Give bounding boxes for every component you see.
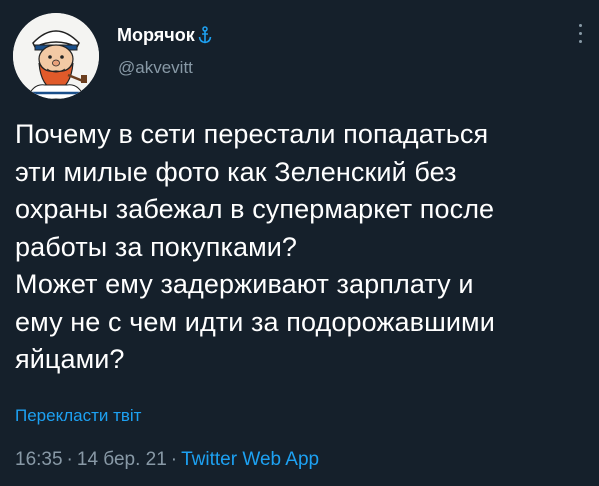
tweet-text-line: Почему в сети перестали попадаться — [15, 119, 489, 149]
more-options-icon[interactable] — [573, 24, 587, 50]
sailor-avatar-icon — [13, 13, 99, 99]
meta-separator: · — [66, 449, 73, 470]
tweet-text-line: работы за покупками? — [15, 231, 298, 262]
display-name[interactable]: Морячок — [117, 24, 212, 46]
user-handle[interactable]: @akvevitt — [118, 58, 193, 78]
tweet-source-link[interactable]: Twitter Web App — [181, 449, 319, 470]
avatar[interactable] — [13, 13, 99, 99]
tweet-date[interactable]: 14 бер. 21 — [77, 449, 167, 470]
tweet-text-line: ему не с чем идти за подорожавшими — [15, 306, 495, 337]
tweet-card: Морячок @akvevitt Почему в сети перестал… — [0, 0, 599, 486]
tweet-text-line: эти милые фото как Зеленский без — [15, 156, 457, 187]
tweet-text-line: охраны забежал в супермаркет после — [15, 194, 495, 224]
tweet-meta: 16:35 · 14 бер. 21 · Twitter Web App — [15, 448, 319, 472]
tweet-text: Почему в сети перестали попадаться эти м… — [15, 116, 585, 379]
meta-separator: · — [170, 449, 178, 470]
display-name-text: Морячок — [117, 25, 195, 45]
tweet-time[interactable]: 16:35 — [15, 449, 63, 470]
tweet-text-line: яйцами? — [15, 344, 125, 374]
tweet-text-line: Может ему задерживают зарплату и — [15, 269, 474, 299]
translate-tweet-link[interactable]: Перекласти твіт — [15, 406, 141, 426]
anchor-icon — [198, 26, 212, 44]
